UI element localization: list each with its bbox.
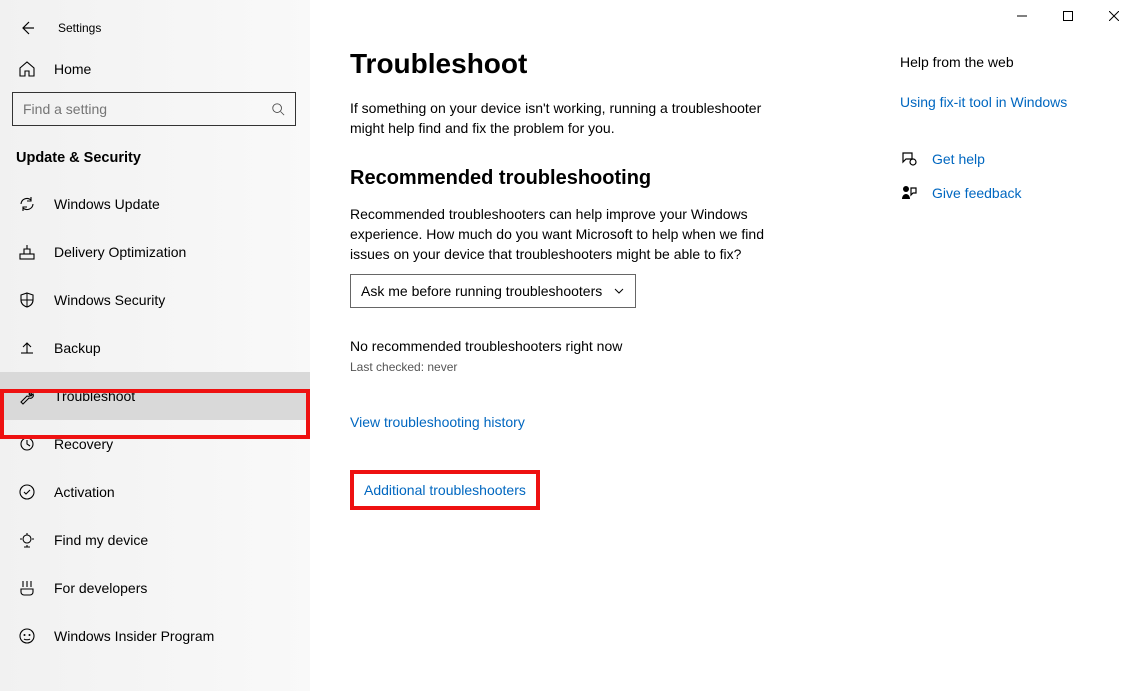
- chevron-down-icon: [613, 285, 625, 297]
- sidebar-item-activation[interactable]: Activation: [0, 468, 310, 516]
- location-icon: [18, 531, 36, 549]
- recommended-text: Recommended troubleshooters can help imp…: [350, 204, 780, 265]
- fixit-link[interactable]: Using fix-it tool in Windows: [900, 94, 1067, 110]
- feedback-icon: [900, 184, 918, 202]
- sidebar-item-windows-update[interactable]: Windows Update: [0, 180, 310, 228]
- titlebar-left: Settings: [0, 8, 310, 48]
- view-history-link[interactable]: View troubleshooting history: [350, 414, 525, 430]
- wrench-icon: [18, 387, 36, 405]
- content-pane: Troubleshoot If something on your device…: [310, 0, 1137, 691]
- sidebar: Settings Home Update & Security Wind: [0, 0, 310, 691]
- last-checked-text: Last checked: never: [350, 360, 850, 374]
- delivery-icon: [18, 243, 36, 261]
- search-box[interactable]: [12, 92, 296, 126]
- home-icon: [18, 60, 36, 78]
- troubleshoot-preference-dropdown[interactable]: Ask me before running troubleshooters: [350, 274, 636, 308]
- additional-troubleshooters-link[interactable]: Additional troubleshooters: [364, 482, 526, 498]
- sidebar-home[interactable]: Home: [0, 48, 310, 92]
- sidebar-item-label: Troubleshoot: [54, 388, 135, 404]
- app-title: Settings: [58, 21, 101, 35]
- backup-icon: [18, 339, 36, 357]
- window-controls: [999, 0, 1137, 32]
- sidebar-item-label: For developers: [54, 580, 147, 596]
- search-icon: [271, 102, 285, 116]
- main-column: Troubleshoot If something on your device…: [350, 48, 850, 691]
- developer-icon: [18, 579, 36, 597]
- insider-icon: [18, 627, 36, 645]
- sidebar-item-for-developers[interactable]: For developers: [0, 564, 310, 612]
- chat-icon: [900, 150, 918, 168]
- sidebar-item-label: Windows Insider Program: [54, 628, 214, 644]
- get-help-link[interactable]: Get help: [932, 151, 985, 167]
- sidebar-item-label: Delivery Optimization: [54, 244, 186, 260]
- sidebar-item-troubleshoot[interactable]: Troubleshoot: [0, 372, 310, 420]
- give-feedback-row[interactable]: Give feedback: [900, 184, 1067, 202]
- sidebar-item-label: Activation: [54, 484, 115, 500]
- sidebar-item-recovery[interactable]: Recovery: [0, 420, 310, 468]
- sidebar-item-label: Windows Update: [54, 196, 160, 212]
- sidebar-item-delivery-optimization[interactable]: Delivery Optimization: [0, 228, 310, 276]
- no-recommended-text: No recommended troubleshooters right now: [350, 338, 850, 354]
- search-input[interactable]: [23, 101, 271, 117]
- page-title: Troubleshoot: [350, 48, 850, 80]
- get-help-row[interactable]: Get help: [900, 150, 1067, 168]
- sidebar-item-label: Recovery: [54, 436, 113, 452]
- maximize-button[interactable]: [1045, 0, 1091, 32]
- intro-text: If something on your device isn't workin…: [350, 98, 780, 139]
- sidebar-nav: Windows Update Delivery Optimization Win…: [0, 180, 310, 660]
- sidebar-item-label: Windows Security: [54, 292, 165, 308]
- settings-window: Settings Home Update & Security Wind: [0, 0, 1137, 691]
- shield-icon: [18, 291, 36, 309]
- help-from-web-heading: Help from the web: [900, 54, 1067, 70]
- annotation-highlight-additional: Additional troubleshooters: [350, 470, 540, 510]
- dropdown-value: Ask me before running troubleshooters: [361, 283, 602, 299]
- sidebar-section-title: Update & Security: [0, 144, 310, 180]
- side-column: Help from the web Using fix-it tool in W…: [900, 48, 1067, 691]
- sidebar-item-windows-insider[interactable]: Windows Insider Program: [0, 612, 310, 660]
- sidebar-item-find-my-device[interactable]: Find my device: [0, 516, 310, 564]
- sidebar-item-label: Backup: [54, 340, 101, 356]
- check-circle-icon: [18, 483, 36, 501]
- minimize-button[interactable]: [999, 0, 1045, 32]
- sidebar-item-backup[interactable]: Backup: [0, 324, 310, 372]
- home-label: Home: [54, 61, 91, 77]
- recovery-icon: [18, 435, 36, 453]
- close-button[interactable]: [1091, 0, 1137, 32]
- recommended-heading: Recommended troubleshooting: [350, 167, 850, 190]
- sidebar-item-label: Find my device: [54, 532, 148, 548]
- give-feedback-link[interactable]: Give feedback: [932, 185, 1022, 201]
- search-wrap: [0, 92, 310, 144]
- back-arrow-icon[interactable]: [18, 19, 36, 37]
- sync-icon: [18, 195, 36, 213]
- sidebar-item-windows-security[interactable]: Windows Security: [0, 276, 310, 324]
